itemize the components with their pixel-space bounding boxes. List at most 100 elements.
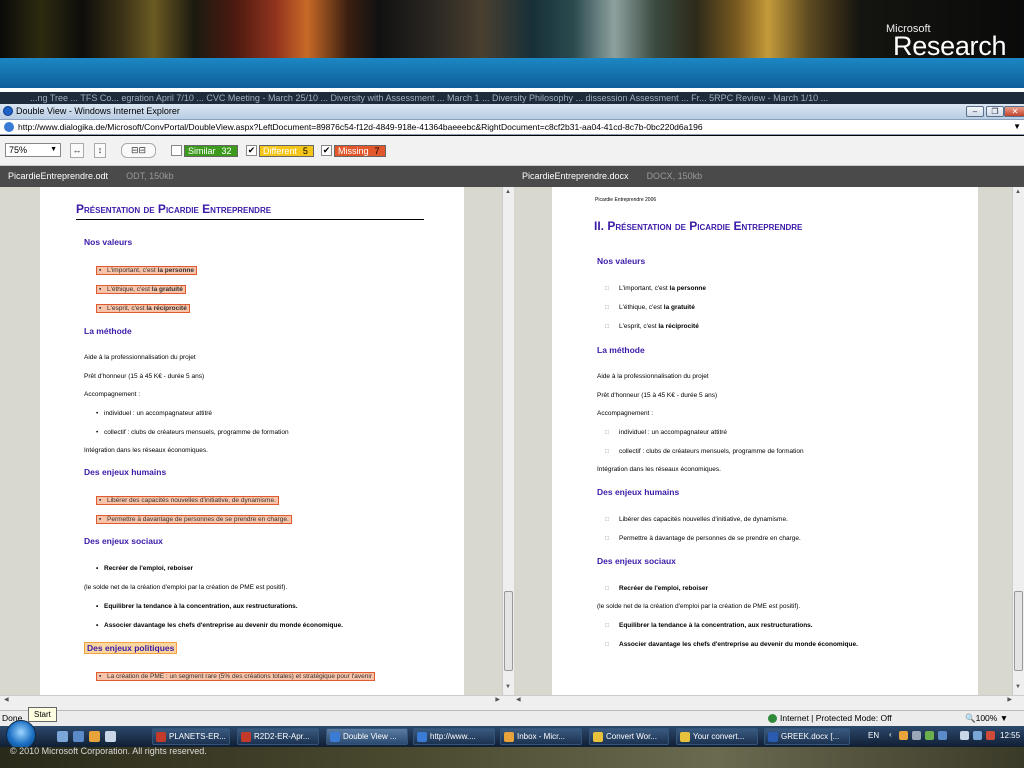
tray-security-icon[interactable] <box>925 731 934 740</box>
left-methode-4: • individuel : un accompagnateur attitré <box>96 410 213 417</box>
right-doc-pane[interactable]: Picardie Entreprendre 2006 II. Présentat… <box>514 187 1012 695</box>
right-methode-1: Aide à la professionnalisation du projet <box>597 373 709 380</box>
task-your-convert[interactable]: Your convert... <box>676 728 758 745</box>
sync-scroll-icon[interactable]: ⊟⊟ <box>121 143 156 158</box>
task-greek-docx[interactable]: GREEK.docx [... <box>764 728 850 745</box>
similar-checkbox[interactable] <box>171 145 182 156</box>
left-vertical-scrollbar[interactable]: ▲ ▼ <box>502 187 514 695</box>
right-horizontal-scrollbar[interactable]: ◀ ▶ <box>512 695 1024 705</box>
scroll-thumb[interactable] <box>504 591 513 671</box>
right-h-humains: Des enjeux humains <box>597 487 680 497</box>
filter-missing[interactable]: ✔ Missing 7 <box>321 144 386 157</box>
powerpoint-icon <box>156 732 166 742</box>
mail-icon <box>593 732 603 742</box>
left-filename: PicardieEntreprendre.odt <box>8 171 109 181</box>
scroll-left-icon[interactable]: ◀ <box>516 696 521 703</box>
left-doc-header: PicardieEntreprendre.odt ODT, 150kb <box>0 166 512 187</box>
tray-device-icon[interactable] <box>960 731 969 740</box>
different-label: Different 5 <box>259 144 314 157</box>
left-page: Présentation de Picardie Entreprendre No… <box>40 187 464 695</box>
tray-network-icon[interactable] <box>912 731 921 740</box>
right-h-valeurs: Nos valeurs <box>597 256 646 266</box>
task-inbox[interactable]: Inbox - Micr... <box>500 728 582 745</box>
quicklaunch-switch-icon[interactable] <box>73 731 84 742</box>
task-r2d2[interactable]: R2D2-ER-Apr... <box>237 728 319 745</box>
right-valeur-1: □ L'important, c'est la personne <box>605 285 707 292</box>
scroll-down-icon[interactable]: ▼ <box>1015 684 1021 690</box>
scroll-left-icon[interactable]: ◀ <box>4 696 9 703</box>
left-title-rule <box>76 219 424 220</box>
left-doc-pane[interactable]: Présentation de Picardie Entreprendre No… <box>0 187 502 695</box>
scroll-right-icon[interactable]: ▶ <box>495 696 500 703</box>
scroll-up-icon[interactable]: ▲ <box>1015 189 1021 195</box>
ie-statusbar: Done Start Internet | Protected Mode: Of… <box>0 707 1024 726</box>
fit-height-icon[interactable]: ↕ <box>94 143 106 158</box>
quicklaunch-app-icon[interactable] <box>89 731 100 742</box>
left-h-valeurs: Nos valeurs <box>84 237 133 247</box>
window-titlebar: Double View - Windows Internet Explorer … <box>0 104 1024 119</box>
language-indicator[interactable]: EN <box>868 731 879 740</box>
copyright-footer: © 2010 Microsoft Corporation. All rights… <box>0 747 1024 768</box>
scroll-up-icon[interactable]: ▲ <box>505 189 511 195</box>
left-methode-5: • collectif : clubs de créateurs mensuels… <box>96 429 289 436</box>
task-planets[interactable]: PLANETS-ER... <box>152 728 230 745</box>
mail-icon <box>680 732 690 742</box>
scroll-thumb[interactable] <box>1014 591 1023 671</box>
fit-width-icon[interactable]: ↔ <box>70 143 84 158</box>
quicklaunch-window-icon[interactable] <box>105 731 116 742</box>
right-vertical-scrollbar[interactable]: ▲ ▼ <box>1012 187 1024 695</box>
screenshot-root: Microsoft Research ...ng Tree ... TFS Co… <box>0 0 1024 768</box>
similar-label: Similar 32 <box>184 144 238 157</box>
ie-icon <box>3 106 13 116</box>
left-methode-6: Intégration dans les réseaux économiques… <box>84 447 208 454</box>
tray-display-icon[interactable] <box>938 731 947 740</box>
page-icon <box>4 122 14 132</box>
left-social-3: • Equilibrer la tendance à la concentrati… <box>96 603 298 610</box>
outlook-icon <box>504 732 514 742</box>
right-social-1: □ Recréer de l'emploi, reboiser <box>605 585 708 592</box>
right-doc-header: PicardieEntreprendre.docx DOCX, 150kb <box>512 166 1024 187</box>
minimize-button[interactable]: – <box>966 106 984 117</box>
right-valeur-2: □ L'éthique, c'est la gratuité <box>605 304 695 311</box>
window-title: Double View - Windows Internet Explorer <box>16 106 180 116</box>
task-double-view[interactable]: Double View ... <box>326 728 408 745</box>
address-bar[interactable]: http://www.dialogika.de/Microsoft/ConvPo… <box>0 119 1024 135</box>
left-social-2: (le solde net de la création d'emploi pa… <box>84 584 288 591</box>
filter-different[interactable]: ✔ Different 5 <box>246 144 314 157</box>
close-button[interactable]: ✕ <box>1004 106 1024 117</box>
left-humain-1: ▪ Libérer des capacités nouvelles d'initi… <box>96 496 279 505</box>
different-checkbox[interactable]: ✔ <box>246 145 257 156</box>
quicklaunch-desktop-icon[interactable] <box>57 731 68 742</box>
right-social-3: □ Equilibrer la tendance à la concentrati… <box>605 622 813 629</box>
zoom-select[interactable]: 75% ▼ <box>5 143 61 157</box>
task-convert[interactable]: Convert Wor... <box>589 728 669 745</box>
clock[interactable]: 12:55 <box>1000 731 1020 740</box>
left-valeur-3: ▪ L'esprit, c'est la réciprocité <box>96 304 190 313</box>
left-methode-2: Prêt d'honneur (15 à 45 K€ - durée 5 ans… <box>84 373 205 380</box>
right-filemeta: DOCX, 150kb <box>646 171 703 181</box>
left-politique-1: ▪ La création de PME : un segment rare (5… <box>96 672 375 681</box>
brand-research: Research <box>893 31 1007 61</box>
right-page: Picardie Entreprendre 2006 II. Présentat… <box>552 187 978 695</box>
filter-similar[interactable]: Similar 32 <box>171 144 238 157</box>
missing-checkbox[interactable]: ✔ <box>321 145 332 156</box>
task-http[interactable]: http://www.... <box>413 728 495 745</box>
windows-taskbar: PLANETS-ER... R2D2-ER-Apr... Double View… <box>0 720 1024 750</box>
right-valeur-3: □ L'esprit, c'est la réciprocité <box>605 323 699 330</box>
start-tooltip: Start <box>28 707 57 722</box>
right-humain-2: □ Permettre à davantage de personnes de s… <box>605 535 801 542</box>
left-h-sociaux: Des enjeux sociaux <box>84 536 163 546</box>
left-social-4: • Associer davantage les chefs d'entrepri… <box>96 622 343 629</box>
tray-app-icon[interactable] <box>899 731 908 740</box>
scroll-down-icon[interactable]: ▼ <box>505 684 511 690</box>
speaker-icon[interactable] <box>986 731 995 740</box>
left-horizontal-scrollbar[interactable]: ◀ ▶ <box>0 695 512 705</box>
right-h-sociaux: Des enjeux sociaux <box>597 556 676 566</box>
maximize-button[interactable]: ❐ <box>986 106 1004 117</box>
scroll-right-icon[interactable]: ▶ <box>1007 696 1012 703</box>
tray-sync-icon[interactable] <box>973 731 982 740</box>
tray-expand-icon[interactable]: ‹ <box>889 730 892 739</box>
security-zone[interactable]: Internet | Protected Mode: Off <box>768 711 892 726</box>
address-dropdown-icon[interactable]: ▼ <box>1013 120 1021 134</box>
zoom-status[interactable]: 🔍100% ▼ <box>965 711 1008 726</box>
